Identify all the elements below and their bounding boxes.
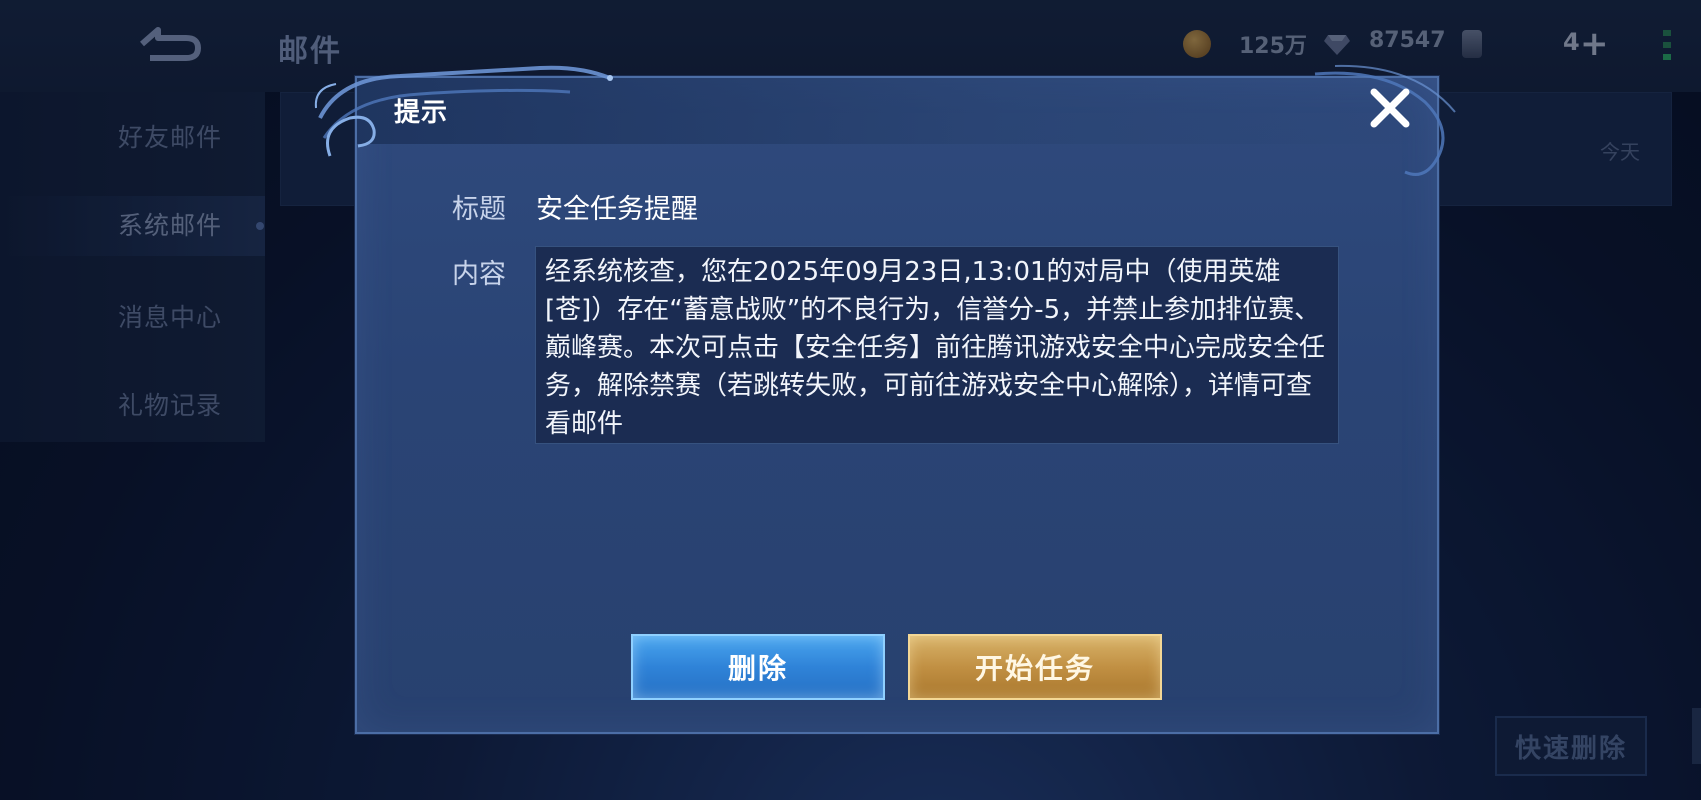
close-icon: [1370, 88, 1410, 128]
subject-label: 标题: [452, 194, 506, 225]
dialog-title: 提示: [394, 98, 449, 128]
dialog-header: [357, 78, 1437, 144]
start-task-button[interactable]: 开始任务: [908, 634, 1162, 700]
delete-button[interactable]: 删除: [631, 634, 885, 700]
content-text: 经系统核查，您在2025年09月23日,13:01的对局中（使用英雄[苍]）存在…: [545, 257, 1326, 439]
close-button[interactable]: [1364, 82, 1416, 134]
content-label: 内容: [452, 259, 506, 290]
subject-value: 安全任务提醒: [536, 194, 698, 225]
content-scroll-box[interactable]: 经系统核查，您在2025年09月23日,13:01的对局中（使用英雄[苍]）存在…: [535, 246, 1339, 444]
